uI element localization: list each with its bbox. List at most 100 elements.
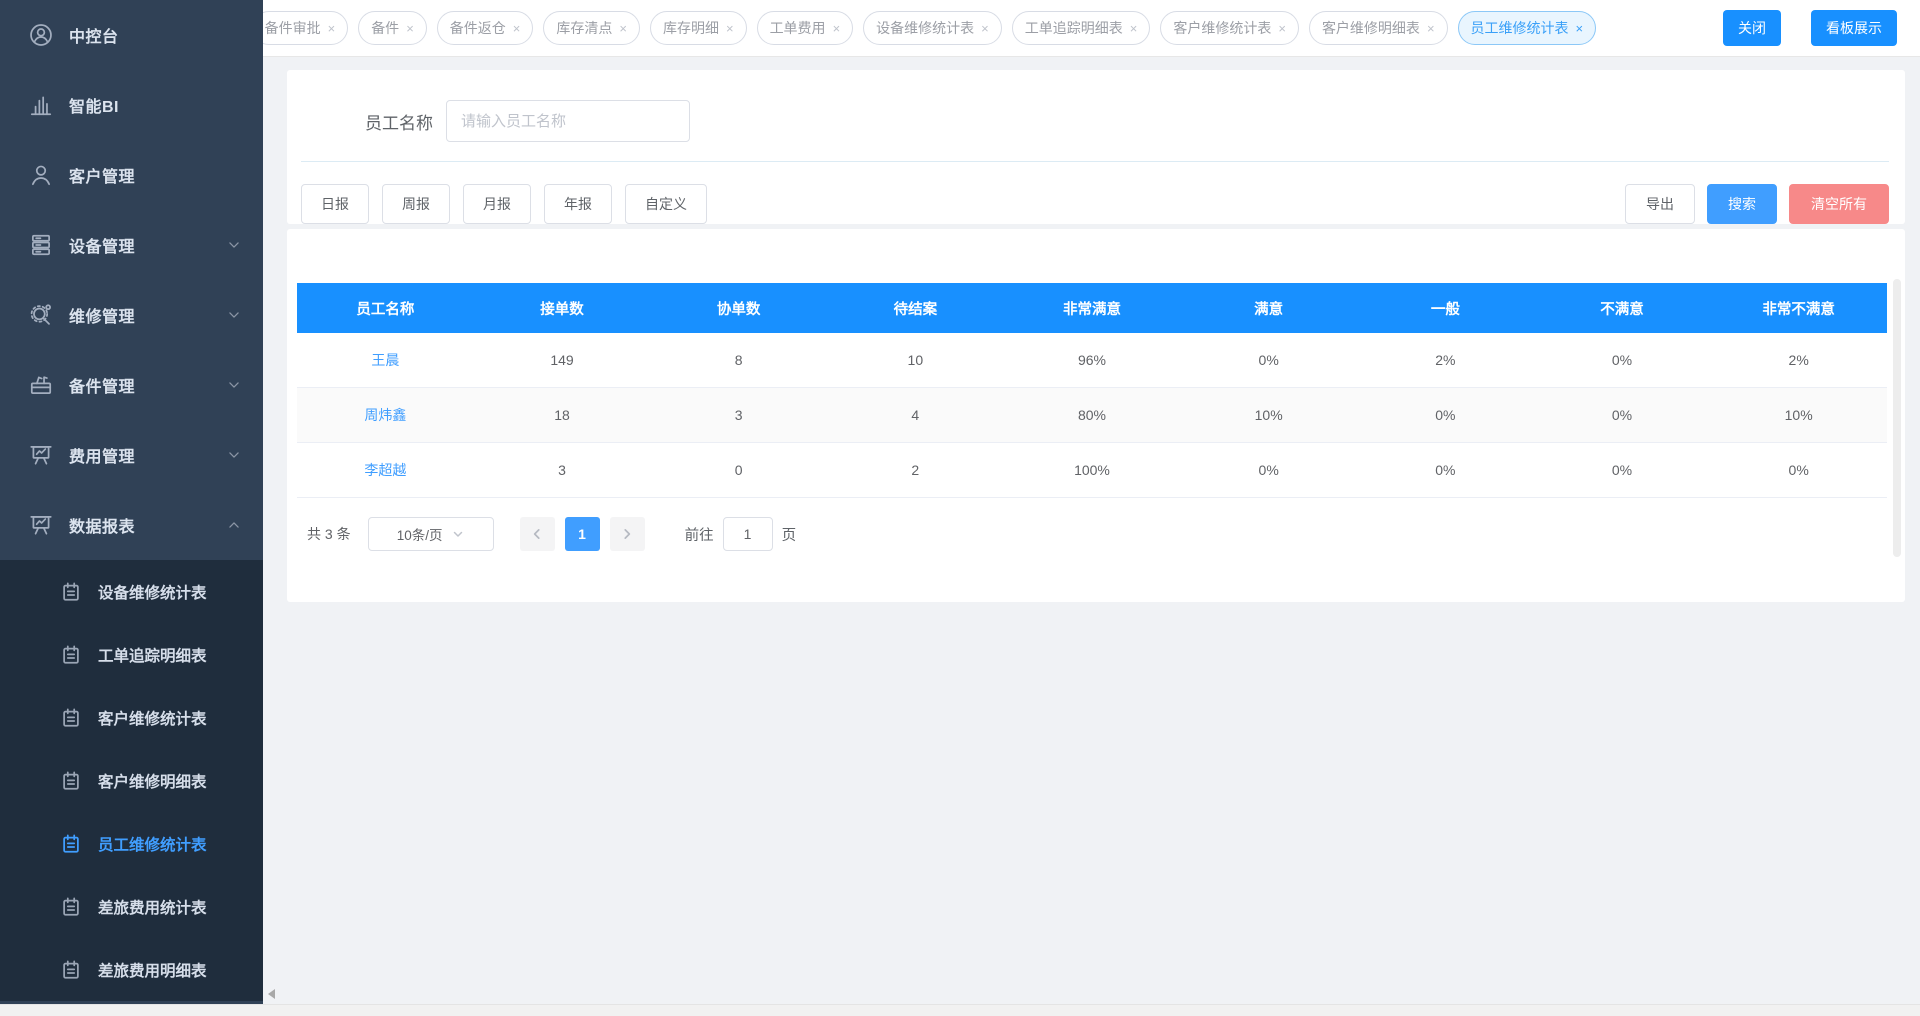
- tab[interactable]: 工单追踪明细表 ×: [1012, 11, 1151, 45]
- export-button[interactable]: 导出: [1625, 184, 1695, 224]
- tab[interactable]: 客户维修明细表×: [1309, 11, 1448, 45]
- device-icon: [28, 232, 54, 258]
- tab[interactable]: 库存明细 ×: [650, 11, 747, 45]
- column-header: 非常满意: [1004, 298, 1181, 319]
- notebook-icon: [60, 896, 82, 918]
- action-button-group: 导出 搜索 清空所有: [1625, 184, 1889, 224]
- tab[interactable]: 备件返仓×: [437, 11, 534, 45]
- period-button[interactable]: 周报: [382, 184, 450, 224]
- sidebar-subitem[interactable]: 工单追踪明细表: [0, 623, 263, 686]
- sidebar-item[interactable]: 备件管理: [0, 350, 263, 420]
- sidebar-item-label: 数据报表: [69, 513, 135, 537]
- tab-close-icon[interactable]: ×: [1427, 22, 1435, 35]
- period-button[interactable]: 月报: [463, 184, 531, 224]
- spare-parts-icon: [28, 372, 54, 398]
- column-header: 接单数: [474, 298, 651, 319]
- board-display-button[interactable]: 看板展示: [1811, 10, 1897, 46]
- notebook-icon: [60, 833, 82, 855]
- column-header: 一般: [1357, 298, 1534, 319]
- tab-close-icon[interactable]: ×: [981, 22, 989, 35]
- sidebar-subitem[interactable]: 差旅费用明细表: [0, 938, 263, 1001]
- table-cell: 0%: [1357, 407, 1534, 423]
- period-button[interactable]: 年报: [544, 184, 612, 224]
- period-button[interactable]: 自定义: [625, 184, 707, 224]
- next-page-button[interactable]: [610, 517, 645, 551]
- chevron-right-icon: [620, 527, 634, 541]
- tab-close-icon[interactable]: ×: [619, 22, 627, 35]
- column-header: 协单数: [650, 298, 827, 319]
- notebook-icon: [60, 644, 82, 666]
- console-icon: [28, 22, 54, 48]
- tab[interactable]: 员工维修统计表×: [1458, 11, 1597, 45]
- tab-close-icon[interactable]: ×: [328, 22, 336, 35]
- page-size-value: 10条/页: [397, 524, 443, 544]
- tab[interactable]: 工单费用 ×: [757, 11, 854, 45]
- table-cell: 0%: [1710, 462, 1887, 478]
- sidebar-item-label: 智能BI: [69, 93, 119, 117]
- sidebar-subitem[interactable]: 客户维修统计表: [0, 686, 263, 749]
- clear-all-button[interactable]: 清空所有: [1789, 184, 1889, 224]
- page-size-select[interactable]: 10条/页: [368, 517, 494, 551]
- goto-page-group: 前往 页: [685, 517, 797, 551]
- sidebar-item[interactable]: 费用管理: [0, 420, 263, 490]
- filter-name-row: 员工名称: [301, 100, 1889, 142]
- employee-name-link[interactable]: 王晨: [297, 350, 474, 370]
- tab-list: ×备件审批×备件×备件返仓×库存清点×库存明细×工单费用×设备维修统计表×工单追…: [263, 11, 1596, 45]
- employee-name-input[interactable]: [446, 100, 690, 142]
- filter-card: 员工名称 日报周报月报年报自定义 导出 搜索 清空所有: [287, 70, 1905, 224]
- table-row: 周炜鑫183480%10%0%0%10%: [297, 388, 1887, 443]
- sidebar-item[interactable]: 客户管理: [0, 140, 263, 210]
- employee-name-label: 员工名称: [365, 109, 433, 134]
- table-cell: 0%: [1534, 352, 1711, 368]
- search-button[interactable]: 搜索: [1707, 184, 1777, 224]
- column-header: 员工名称: [297, 298, 474, 319]
- tab-close-icon[interactable]: ×: [513, 22, 521, 35]
- tab-label: 工单费用: [770, 18, 826, 38]
- table-scrollbar[interactable]: [1893, 279, 1901, 557]
- sidebar-item[interactable]: 设备管理: [0, 210, 263, 280]
- table-cell: 10%: [1710, 407, 1887, 423]
- tab-close-icon[interactable]: ×: [833, 22, 841, 35]
- pagination-total: 共 3 条: [307, 524, 351, 544]
- page-unit-label: 页: [782, 524, 797, 545]
- tab-label: 设备维修统计表: [876, 18, 974, 38]
- sidebar-subitem-label: 员工维修统计表: [98, 833, 207, 855]
- employee-name-link[interactable]: 李超越: [297, 460, 474, 480]
- pagination: 共 3 条 10条/页 1 前往: [297, 516, 1887, 552]
- sidebar-subitem-label: 设备维修统计表: [98, 581, 207, 603]
- sidebar-subitem-label: 客户维修统计表: [98, 707, 207, 729]
- sidebar-subitem[interactable]: 设备维修统计表: [0, 560, 263, 623]
- close-button[interactable]: 关闭: [1723, 10, 1781, 46]
- tab[interactable]: 库存清点×: [543, 11, 640, 45]
- horizontal-scrollbar[interactable]: [0, 1004, 1920, 1016]
- table-cell: 96%: [1004, 352, 1181, 368]
- sidebar-item[interactable]: 维修管理: [0, 280, 263, 350]
- sidebar-item[interactable]: 智能BI: [0, 70, 263, 140]
- tab[interactable]: 备件审批×: [263, 11, 348, 45]
- tab-label: 库存明细: [663, 18, 719, 38]
- employee-name-link[interactable]: 周炜鑫: [297, 405, 474, 425]
- sidebar-subitem[interactable]: 差旅费用统计表: [0, 875, 263, 938]
- goto-page-input[interactable]: [723, 517, 773, 551]
- prev-page-button[interactable]: [520, 517, 555, 551]
- tab-close-icon[interactable]: ×: [406, 22, 414, 35]
- tab[interactable]: 客户维修统计表×: [1160, 11, 1299, 45]
- sidebar-item-label: 设备管理: [69, 233, 135, 257]
- period-button[interactable]: 日报: [301, 184, 369, 224]
- tab-close-icon[interactable]: ×: [1130, 22, 1138, 35]
- table-cell: 3: [474, 462, 651, 478]
- period-button-group: 日报周报月报年报自定义: [301, 184, 707, 224]
- tab[interactable]: 备件×: [358, 11, 427, 45]
- hscroll-left-arrow-icon[interactable]: [268, 989, 275, 999]
- table-cell: 100%: [1004, 462, 1181, 478]
- tab-label: 工单追踪明细表: [1025, 18, 1123, 38]
- tab-close-icon[interactable]: ×: [1278, 22, 1286, 35]
- tab[interactable]: 设备维修统计表 ×: [863, 11, 1002, 45]
- tab-close-icon[interactable]: ×: [1576, 22, 1584, 35]
- sidebar-subitem[interactable]: 客户维修明细表: [0, 749, 263, 812]
- sidebar-item[interactable]: 中控台: [0, 0, 263, 70]
- sidebar-item[interactable]: 数据报表: [0, 490, 263, 560]
- tab-close-icon[interactable]: ×: [726, 22, 734, 35]
- sidebar-subitem[interactable]: 员工维修统计表: [0, 812, 263, 875]
- page-number-1[interactable]: 1: [565, 517, 600, 551]
